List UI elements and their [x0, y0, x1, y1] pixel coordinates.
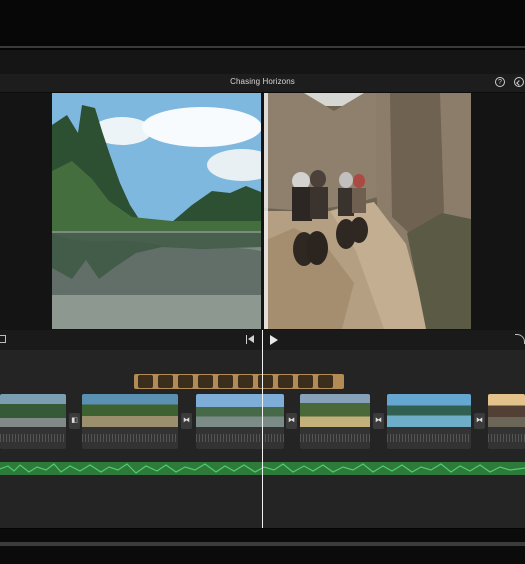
play-icon[interactable] — [270, 335, 278, 345]
overlay-frame — [318, 375, 333, 388]
clip-5[interactable] — [387, 394, 471, 449]
overlay-frame — [218, 375, 233, 388]
clip-thumbnail — [488, 394, 525, 427]
karst-lake-preview — [52, 93, 261, 329]
overlay-frame — [138, 375, 153, 388]
clip-6[interactable] — [488, 394, 525, 449]
clip-thumbnail — [82, 394, 178, 427]
overlay-frame — [238, 375, 253, 388]
clip-thumbnail — [196, 394, 284, 427]
clip-thumbnail — [300, 394, 370, 427]
clip-2[interactable] — [82, 394, 178, 449]
clip-waveform — [300, 427, 370, 449]
overlay-frame — [198, 375, 213, 388]
device-bottom-bezel — [0, 529, 525, 564]
clip-waveform — [0, 427, 66, 449]
clip-waveform — [488, 427, 525, 449]
transition-3[interactable]: ⧓ — [286, 413, 297, 429]
undo-icon[interactable] — [515, 334, 525, 344]
overlay-frame — [278, 375, 293, 388]
clip-waveform — [387, 427, 471, 449]
transition-4[interactable]: ⧓ — [373, 413, 384, 429]
clip-waveform — [196, 427, 284, 449]
clip-waveform — [82, 427, 178, 449]
share-icon[interactable] — [514, 77, 524, 87]
title-bar: Chasing Horizons ? — [0, 74, 525, 93]
transition-5[interactable]: ⧓ — [474, 413, 485, 429]
transition-2[interactable]: ⧓ — [181, 413, 192, 429]
overlay-frame — [158, 375, 173, 388]
preview-viewer — [0, 93, 525, 330]
photo-overlay-strip[interactable] — [134, 374, 344, 389]
transition-1[interactable]: ◧ — [69, 413, 80, 429]
clip-thumbnail — [387, 394, 471, 427]
skip-back-icon[interactable] — [246, 335, 254, 344]
clip-thumbnail — [0, 394, 66, 427]
help-icon[interactable]: ? — [495, 77, 505, 87]
timeline[interactable]: ◧ ⧓ ⧓ ⧓ ⧓ — [0, 330, 525, 528]
overlay-frame — [298, 375, 313, 388]
video-editor-screen: Chasing Horizons ? ◧ ⧓ ⧓ ⧓ ⧓ — [0, 50, 525, 528]
overlay-frame — [258, 375, 273, 388]
clip-3[interactable] — [196, 394, 284, 449]
motorcycle-street-preview — [264, 93, 471, 329]
device-top-bezel — [0, 0, 525, 48]
clip-4[interactable] — [300, 394, 370, 449]
playhead[interactable] — [262, 330, 263, 528]
crop-icon[interactable] — [0, 335, 6, 343]
clip-1[interactable] — [0, 394, 66, 449]
project-title: Chasing Horizons — [230, 77, 295, 86]
overlay-frame — [178, 375, 193, 388]
